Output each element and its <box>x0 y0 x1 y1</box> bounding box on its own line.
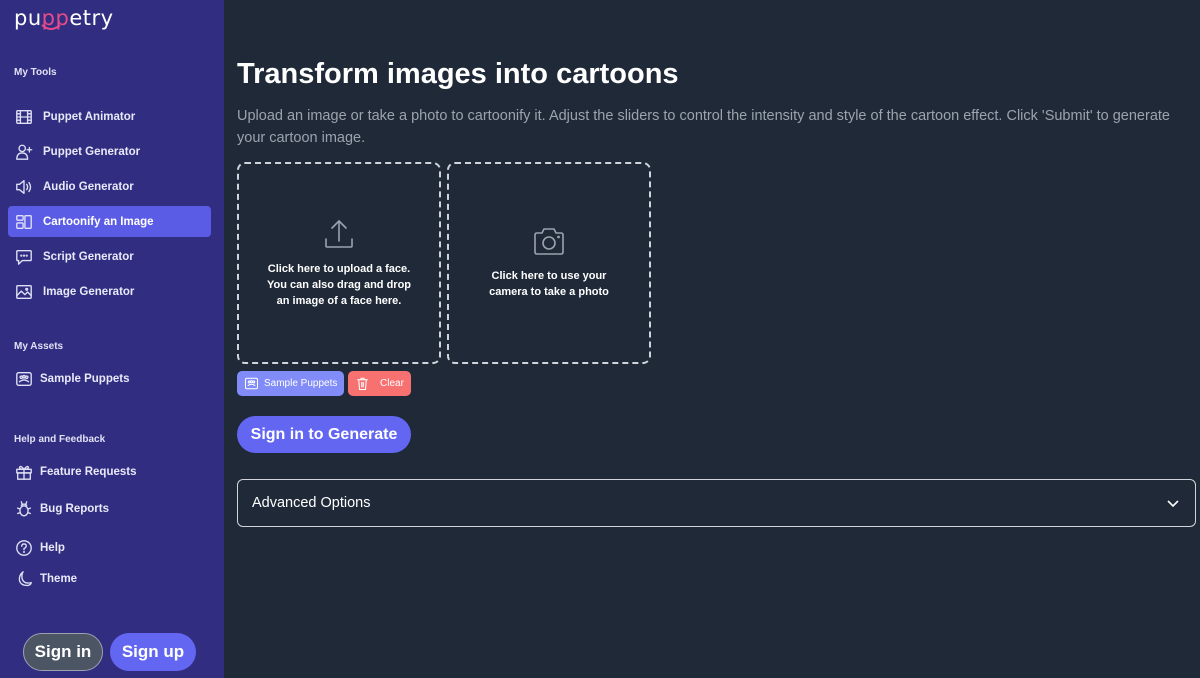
sidebar-item-bug-reports[interactable]: Bug Reports <box>8 493 211 524</box>
section-label-my-assets: My Assets <box>14 341 64 352</box>
sidebar: puppetry My Tools Puppet Animator Puppet… <box>0 0 224 678</box>
sign-in-button[interactable]: Sign in <box>23 633 103 671</box>
sign-in-to-generate-button[interactable]: Sign in to Generate <box>237 416 411 453</box>
upload-dropzone[interactable]: Click here to upload a face. You can als… <box>237 162 441 364</box>
section-label-help-and-feedback: Help and Feedback <box>14 434 106 445</box>
advanced-options-label: Advanced Options <box>252 495 371 511</box>
trash-icon <box>357 377 368 391</box>
sidebar-item-image-generator[interactable]: Image Generator <box>8 276 211 307</box>
layout-icon <box>14 212 34 232</box>
main-content: Transform images into cartoons Upload an… <box>224 0 1200 678</box>
clear-button[interactable]: Clear <box>348 371 411 396</box>
sign-up-button[interactable]: Sign up <box>110 633 196 671</box>
sample-puppets-button[interactable]: Sample Puppets <box>237 371 345 396</box>
bug-icon <box>14 499 34 519</box>
gift-icon <box>14 462 34 482</box>
logo-smile-icon <box>41 24 61 30</box>
logo[interactable]: puppetry <box>14 6 114 30</box>
sidebar-item-feature-requests[interactable]: Feature Requests <box>8 456 211 487</box>
camera-capture-box[interactable]: Click here to use your camera to take a … <box>447 162 651 364</box>
user-plus-icon <box>14 142 34 162</box>
group-icon <box>244 377 259 390</box>
moon-icon <box>14 569 34 589</box>
sidebar-item-sample-puppets[interactable]: Sample Puppets <box>8 363 211 394</box>
sidebar-item-script-generator[interactable]: Script Generator <box>8 241 211 272</box>
advanced-options-accordion[interactable]: Advanced Options <box>237 479 1196 527</box>
sidebar-item-cartoonify-an-image[interactable]: Cartoonify an Image <box>8 206 211 237</box>
image-icon <box>14 282 34 302</box>
group-icon <box>14 369 34 389</box>
question-circle-icon <box>14 538 34 558</box>
sidebar-item-audio-generator[interactable]: Audio Generator <box>8 171 211 202</box>
camera-icon <box>534 228 564 255</box>
speaker-icon <box>14 177 34 197</box>
page-description: Upload an image or take a photo to carto… <box>237 108 1170 146</box>
film-icon <box>14 107 34 127</box>
upload-icon <box>325 220 353 248</box>
chevron-down-icon <box>1167 500 1179 508</box>
sidebar-item-theme[interactable]: Theme <box>8 563 211 594</box>
sidebar-item-puppet-generator[interactable]: Puppet Generator <box>8 136 211 167</box>
sidebar-item-help[interactable]: Help <box>8 532 211 563</box>
chat-bubble-icon <box>14 247 34 267</box>
page-title: Transform images into cartoons <box>237 58 679 90</box>
section-label-my-tools: My Tools <box>14 67 57 78</box>
sidebar-item-puppet-animator[interactable]: Puppet Animator <box>8 101 211 132</box>
